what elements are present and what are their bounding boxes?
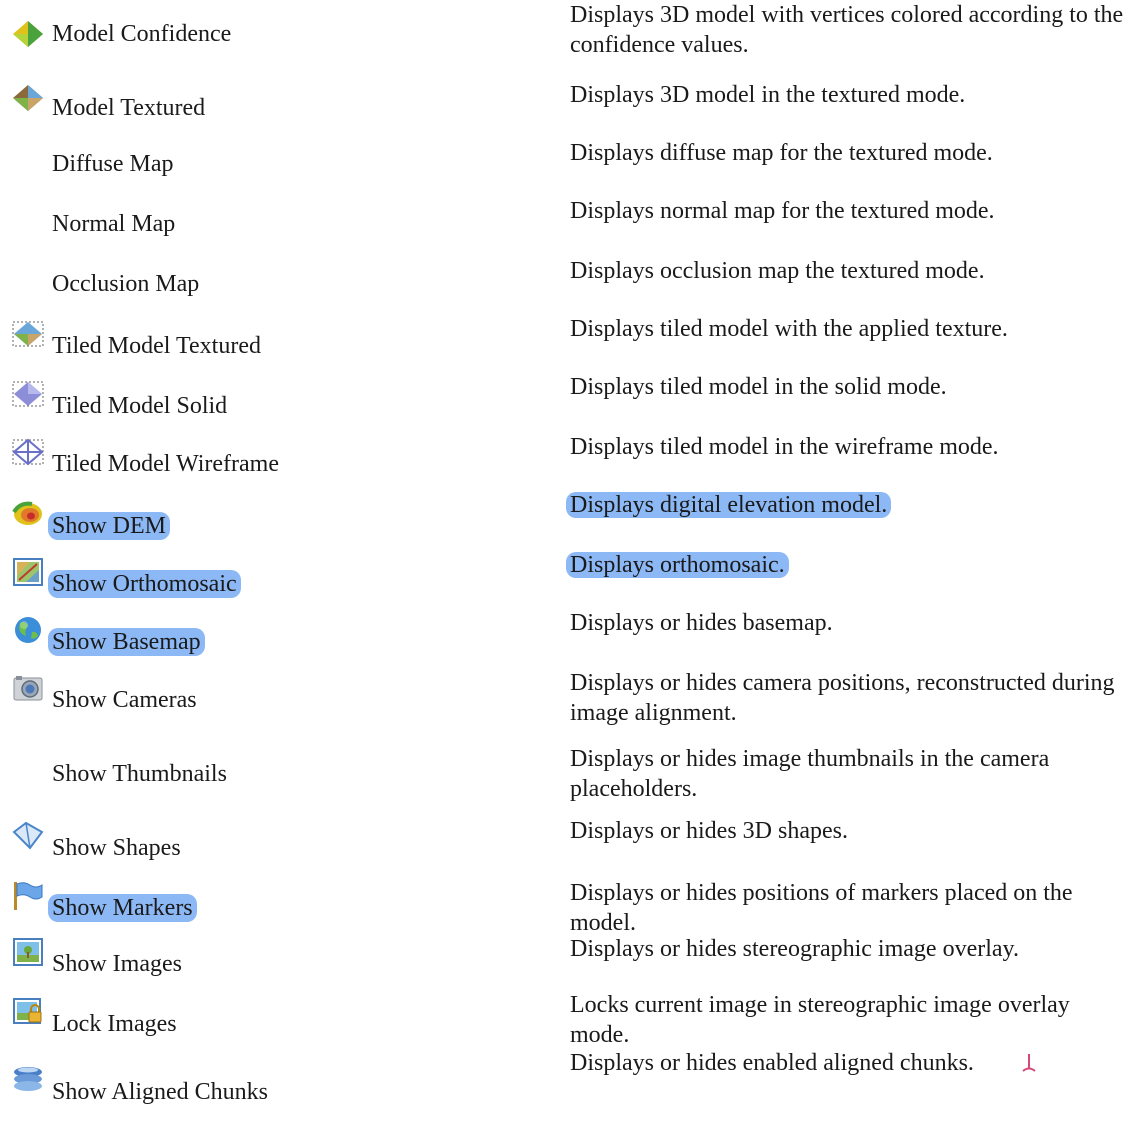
command-description: Displays or hides enabled aligned chunks…	[570, 1050, 974, 1076]
command-name: Show DEM	[48, 512, 171, 540]
command-description: Displays normal map for the textured mod…	[570, 198, 995, 224]
command-name: Show Cameras	[52, 687, 197, 713]
command-description: Displays 3D model with vertices colored …	[570, 2, 1124, 58]
command-description: Displays orthomosaic.	[566, 550, 1125, 580]
tiled-model-solid-icon	[10, 378, 46, 410]
command-name: Show Aligned Chunks	[52, 1079, 269, 1105]
description-text: Displays orthomosaic.	[566, 552, 789, 578]
camera-icon	[10, 672, 46, 704]
command-description: Displays tiled model in the wireframe mo…	[570, 434, 999, 460]
command-description: Displays 3D model in the textured mode.	[570, 82, 966, 108]
command-name: Show Markers	[48, 894, 197, 922]
orthomosaic-icon	[10, 556, 46, 588]
aligned-chunks-icon	[10, 1064, 46, 1096]
tiled-model-textured-icon	[10, 318, 46, 350]
command-name: Model Textured	[52, 95, 206, 121]
command-name: Lock Images	[52, 1011, 177, 1037]
command-description: Displays or hides stereographic image ov…	[570, 936, 1019, 962]
dem-icon	[10, 498, 46, 530]
command-description: Displays or hides 3D shapes.	[570, 818, 848, 844]
command-description: Displays occlusion map the textured mode…	[570, 258, 985, 284]
command-name: Tiled Model Wireframe	[52, 451, 279, 477]
command-description: Displays digital elevation model.	[566, 490, 1125, 520]
marker-flag-icon	[10, 880, 46, 912]
command-description: Displays or hides image thumbnails in th…	[570, 746, 1050, 802]
command-name: Model Confidence	[52, 21, 232, 47]
tiled-model-wireframe-icon	[10, 436, 46, 468]
command-description: Displays or hides positions of markers p…	[570, 880, 1073, 936]
image-icon	[10, 936, 46, 968]
model-textured-icon	[10, 82, 46, 114]
lock-image-icon	[10, 996, 46, 1028]
command-name: Show Thumbnails	[52, 761, 227, 787]
command-name: Show Basemap	[48, 628, 205, 656]
command-name: Tiled Model Solid	[52, 393, 228, 419]
command-name: Show Shapes	[52, 835, 181, 861]
command-description: Displays diffuse map for the textured mo…	[570, 140, 993, 166]
command-name: Tiled Model Textured	[52, 333, 261, 359]
command-name: Normal Map	[52, 211, 176, 237]
shapes-icon	[10, 820, 46, 852]
command-description: Locks current image in stereographic ima…	[570, 992, 1070, 1048]
command-description: Displays tiled model with the applied te…	[570, 316, 1008, 342]
command-name: Show Images	[52, 951, 182, 977]
command-description: Displays or hides camera positions, reco…	[570, 670, 1115, 726]
cursor-mark-icon	[1022, 1054, 1036, 1072]
basemap-globe-icon	[10, 614, 46, 646]
model-confidence-icon	[10, 18, 46, 50]
command-name: Diffuse Map	[52, 151, 174, 177]
description-text: Displays digital elevation model.	[566, 492, 892, 518]
command-name: Occlusion Map	[52, 271, 200, 297]
command-description: Displays or hides basemap.	[570, 610, 833, 636]
command-name: Show Orthomosaic	[48, 570, 241, 598]
command-description: Displays tiled model in the solid mode.	[570, 374, 947, 400]
